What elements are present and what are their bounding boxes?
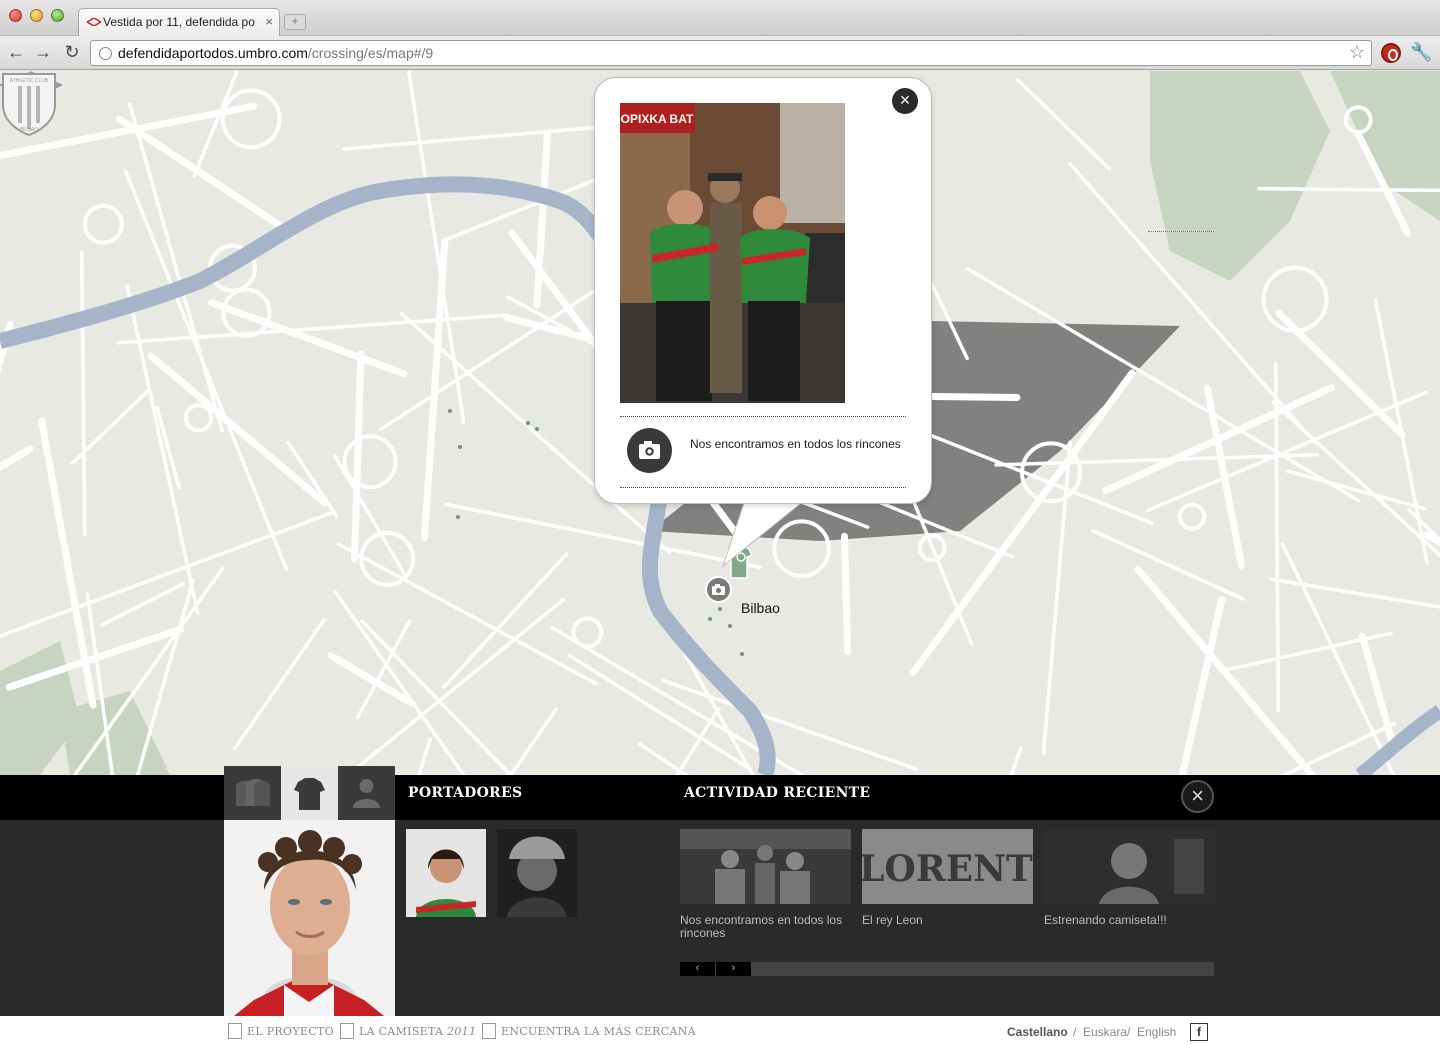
lang-castellano[interactable]: Castellano bbox=[1007, 1025, 1068, 1039]
map-pin-icon bbox=[482, 1023, 496, 1039]
reload-button[interactable]: ↻ bbox=[60, 41, 84, 65]
address-bar[interactable]: defendidaportodos.umbro.com/crossing/es/… bbox=[90, 40, 1372, 66]
back-button[interactable]: ← bbox=[4, 41, 28, 65]
wrench-menu-icon[interactable]: 🔧 bbox=[1410, 42, 1432, 63]
footer-link-project[interactable]: EL PROYECTO bbox=[247, 1025, 334, 1038]
tab-groups[interactable] bbox=[224, 766, 281, 820]
camera-icon bbox=[712, 584, 725, 595]
browser-tab[interactable]: Vestida por 11, defendida po × bbox=[78, 8, 280, 36]
extension-icon[interactable] bbox=[1381, 43, 1401, 63]
popup-pointer bbox=[721, 500, 806, 568]
brand-divider bbox=[1148, 231, 1214, 232]
pager-next-button[interactable]: › bbox=[716, 962, 751, 976]
crest-text: ATHLETIC CLUB bbox=[10, 78, 49, 84]
activity-image bbox=[1044, 829, 1215, 904]
activity-title: ACTIVIDAD RECIENTE bbox=[684, 785, 871, 801]
zoom-window-button[interactable] bbox=[51, 9, 64, 22]
activity-thumb[interactable]: LLORENTE bbox=[862, 829, 1033, 904]
popup-caption: Nos encontramos en todos los rincones bbox=[690, 437, 901, 451]
footer-link-shirt[interactable]: LA CAMISETA 2011 bbox=[359, 1025, 476, 1038]
activity-thumb-text: LLORENTE bbox=[862, 848, 1033, 890]
lang-euskara[interactable]: Euskara bbox=[1083, 1025, 1127, 1039]
group-shirts-icon bbox=[236, 779, 270, 806]
activity-image bbox=[680, 829, 851, 904]
activity-scrollbar[interactable] bbox=[680, 962, 1214, 976]
browser-toolbar: ← → ↻ defendidaportodos.umbro.com/crossi… bbox=[0, 36, 1440, 70]
url-host: defendidaportodos.umbro.com bbox=[118, 45, 308, 61]
facebook-icon[interactable]: f bbox=[1190, 1023, 1208, 1041]
popup-separator bbox=[620, 487, 906, 488]
featured-player-photo[interactable] bbox=[224, 820, 395, 1016]
new-tab-button[interactable]: + bbox=[284, 14, 306, 30]
carrier-thumb[interactable] bbox=[406, 829, 486, 917]
lang-separator: / bbox=[1127, 1025, 1131, 1039]
person-icon bbox=[353, 779, 380, 808]
panel-close-button[interactable]: × bbox=[1181, 780, 1214, 813]
activity-caption: El rey Leon bbox=[862, 913, 923, 927]
city-label: Bilbao bbox=[741, 600, 780, 616]
globe-icon bbox=[99, 47, 112, 60]
shirt-icon bbox=[294, 778, 325, 810]
activity-thumb[interactable] bbox=[680, 829, 851, 904]
bookmark-star-icon[interactable]: ☆ bbox=[1349, 42, 1365, 63]
shirt-tag-icon bbox=[340, 1023, 354, 1039]
activity-image: LLORENTE bbox=[862, 829, 1033, 904]
tab-shirt[interactable] bbox=[281, 766, 338, 820]
close-window-button[interactable] bbox=[9, 9, 22, 22]
carriers-title: PORTADORES bbox=[408, 785, 523, 801]
photo-sign-text: OPIXKA BAT bbox=[621, 112, 694, 126]
forward-button[interactable]: → bbox=[31, 41, 55, 65]
activity-caption: Nos encontramos en todos los rincones bbox=[680, 913, 843, 940]
photo-image: OPIXKA BAT bbox=[620, 103, 845, 403]
footer-link-shirt-label: LA CAMISETA bbox=[359, 1025, 444, 1038]
player-image bbox=[224, 820, 395, 1016]
camera-icon bbox=[639, 441, 660, 459]
crest-subtext: BILBAO bbox=[20, 127, 38, 133]
popup-camera-badge bbox=[627, 428, 672, 473]
minimize-window-button[interactable] bbox=[30, 9, 43, 22]
popup-separator bbox=[620, 416, 906, 417]
tab-title: Vestida por 11, defendida po bbox=[103, 15, 255, 29]
umbro-favicon-icon bbox=[87, 18, 101, 26]
activity-thumb[interactable] bbox=[1044, 829, 1215, 904]
tab-person[interactable] bbox=[338, 766, 395, 820]
tab-close-icon[interactable]: × bbox=[265, 14, 273, 29]
activity-caption: Estrenando camiseta!!! bbox=[1044, 913, 1167, 927]
athletic-club-crest-icon: ATHLETIC CLUB BILBAO bbox=[2, 73, 56, 137]
project-doc-icon bbox=[228, 1023, 242, 1039]
popup-close-button[interactable]: × bbox=[892, 88, 918, 114]
url-text: defendidaportodos.umbro.com/crossing/es/… bbox=[118, 45, 433, 61]
photo-marker-button[interactable] bbox=[705, 576, 732, 603]
lang-english[interactable]: English bbox=[1137, 1025, 1176, 1039]
footer bbox=[0, 1016, 1440, 1044]
footer-link-nearest[interactable]: ENCUENTRA LA MÁS CERCANA bbox=[501, 1025, 696, 1038]
carrier-thumb[interactable] bbox=[497, 829, 577, 917]
carrier-image bbox=[406, 829, 486, 917]
lang-separator: / bbox=[1073, 1025, 1077, 1039]
footer-year: 2011 bbox=[447, 1025, 477, 1038]
pager-prev-button[interactable]: ‹ bbox=[680, 962, 715, 976]
popup-photo[interactable]: OPIXKA BAT bbox=[620, 103, 845, 403]
window-titlebar: Vestida por 11, defendida po × + bbox=[0, 0, 1440, 36]
url-path: /crossing/es/map#/9 bbox=[307, 45, 434, 61]
carrier-image bbox=[497, 829, 577, 917]
